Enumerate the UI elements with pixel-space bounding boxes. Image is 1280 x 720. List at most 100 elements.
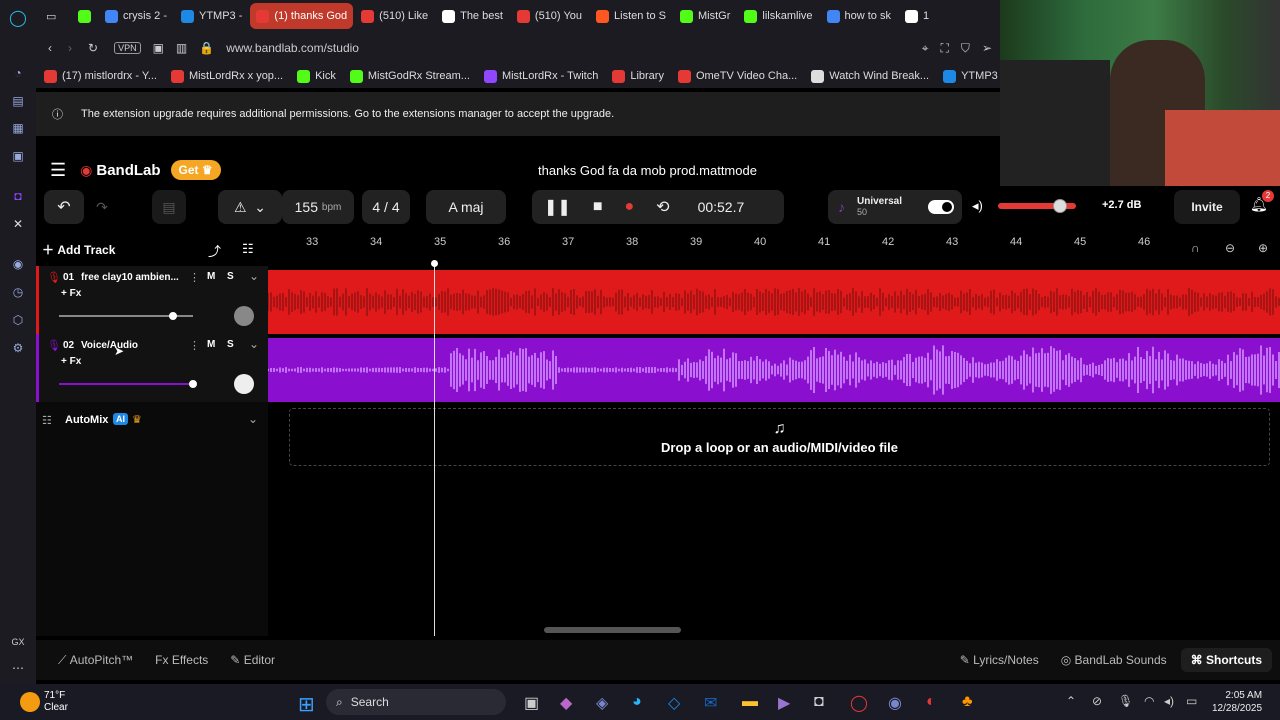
microphone-icon[interactable]: 🎙︎ bbox=[1118, 694, 1133, 708]
project-title[interactable]: thanks God fa da mob prod.mattmode bbox=[538, 163, 757, 178]
time-signature[interactable]: 4 / 4 bbox=[362, 190, 410, 224]
kick-tab[interactable] bbox=[72, 3, 97, 29]
bookmark-item[interactable]: Library bbox=[612, 69, 664, 83]
share-icon[interactable]: ➢ bbox=[982, 41, 992, 55]
dropbox-icon[interactable]: ◇ bbox=[668, 693, 680, 713]
pinboard-icon[interactable]: ▦ bbox=[8, 118, 28, 138]
undo-button[interactable]: ↶ bbox=[44, 190, 84, 224]
mute-button[interactable]: M bbox=[207, 339, 215, 350]
browser-tab[interactable]: lilskamlive bbox=[738, 3, 818, 29]
twitch-icon[interactable]: ◘ bbox=[8, 186, 28, 206]
tray-chevron-icon[interactable]: ⌃ bbox=[1066, 694, 1076, 708]
track-menu-icon[interactable]: ⋮ bbox=[189, 271, 200, 284]
browser-tab[interactable]: (510) Like bbox=[355, 3, 434, 29]
camera-icon[interactable]: ◘ bbox=[814, 693, 824, 711]
more-icon[interactable]: ⋯ bbox=[8, 658, 28, 678]
weather-icon[interactable] bbox=[20, 692, 40, 712]
track-header[interactable]: 🎙︎ 02 Voice/Audio ⋮ M S ⌄ + Fx bbox=[36, 334, 268, 402]
volume-icon[interactable]: ◂) bbox=[972, 198, 983, 214]
history-icon[interactable]: ◷ bbox=[8, 282, 28, 302]
track-volume-thumb[interactable] bbox=[189, 380, 197, 388]
zoom-in-icon[interactable]: ⊕ bbox=[1258, 241, 1268, 255]
aria-icon[interactable]: ◔ bbox=[8, 63, 28, 83]
lyrics-button[interactable]: ✎ Lyrics/Notes bbox=[960, 653, 1039, 667]
menu-icon[interactable]: ☰ bbox=[50, 160, 66, 181]
file-explorer-icon[interactable]: ▬ bbox=[742, 693, 758, 711]
track-name[interactable]: Voice/Audio bbox=[81, 340, 186, 351]
track-expand-icon[interactable]: ⌄ bbox=[249, 337, 259, 351]
bookmark-item[interactable]: Kick bbox=[297, 69, 336, 83]
track-volume-thumb[interactable] bbox=[168, 312, 177, 320]
browser-tab[interactable]: Listen to S bbox=[590, 3, 672, 29]
player-icon[interactable]: ▣ bbox=[8, 146, 28, 166]
browser-tab[interactable]: MistGr bbox=[674, 3, 736, 29]
pin-icon[interactable]: ⌖ bbox=[922, 41, 929, 56]
extensions-icon[interactable]: ⬡ bbox=[8, 310, 28, 330]
metronome-toggle[interactable]: ▤ bbox=[152, 190, 186, 224]
tempo-field[interactable]: 155 bpm bbox=[282, 190, 354, 224]
stop-button[interactable]: ■ bbox=[593, 198, 603, 216]
teams-icon[interactable]: ◈ bbox=[596, 693, 608, 713]
bookmark-item[interactable]: YTMP3 - Y bbox=[943, 69, 1000, 83]
reload-icon[interactable]: ↻ bbox=[88, 41, 98, 55]
pause-button[interactable]: ❚❚ bbox=[544, 197, 571, 217]
bookmark-item[interactable]: (17) mistlordrx - Y... bbox=[44, 69, 157, 83]
key-selector[interactable]: A maj bbox=[426, 190, 506, 224]
sounds-button[interactable]: ◎ BandLab Sounds bbox=[1061, 653, 1167, 667]
loop-button[interactable]: ⟲ bbox=[656, 197, 669, 217]
bookmark-item[interactable]: Watch Wind Break... bbox=[811, 69, 929, 83]
tuner-button[interactable]: ⚠ ⌄ bbox=[218, 190, 282, 224]
workspaces-icon[interactable]: ▤ bbox=[8, 91, 28, 111]
record-button[interactable]: ● bbox=[624, 198, 634, 216]
browser-tab[interactable]: (1) thanks God bbox=[250, 3, 354, 29]
master-volume-slider[interactable] bbox=[998, 199, 1076, 213]
edge-icon[interactable]: ◕ bbox=[632, 693, 642, 711]
solo-button[interactable]: S bbox=[227, 271, 234, 282]
screenshot-icon[interactable]: ⛶ bbox=[941, 41, 949, 56]
timeline-ruler[interactable]: 33 34 35 36 37 38 39 40 41 42 43 44 45 46 bbox=[268, 234, 1280, 266]
vpn-badge[interactable]: VPN bbox=[114, 42, 141, 54]
add-track-button[interactable]: ＋ Add Track bbox=[42, 241, 115, 258]
track-menu-icon[interactable]: ⋮ bbox=[189, 339, 200, 352]
opera-logo-icon[interactable]: ◯ bbox=[8, 8, 28, 28]
automix-row[interactable]: ☷ AutoMix AI ♛ ⌄ bbox=[36, 406, 268, 436]
clock[interactable]: 2:05 AM 12/28/2025 bbox=[1212, 689, 1262, 715]
taskbar-search[interactable]: ⌕ Search bbox=[326, 689, 506, 715]
automation-icon[interactable]: ⤴ bbox=[208, 241, 221, 260]
redo-button[interactable]: ↷ bbox=[84, 190, 120, 224]
track-expand-icon[interactable]: ⌄ bbox=[249, 269, 259, 283]
browser-tab[interactable]: YTMP3 - bbox=[175, 3, 248, 29]
track-header[interactable]: 🎙︎ 01 free clay10 ambien... ⋮ M S ⌄ + Fx bbox=[36, 266, 268, 334]
speaker-icon[interactable]: ◂) bbox=[1164, 694, 1174, 708]
browser-tab[interactable]: The best bbox=[436, 3, 509, 29]
forward-icon[interactable]: › bbox=[68, 41, 72, 55]
obs-icon[interactable]: ◐ bbox=[926, 693, 936, 711]
add-fx-button[interactable]: + Fx bbox=[61, 356, 81, 367]
fl-studio-icon[interactable]: ♣ bbox=[962, 693, 973, 711]
shield-icon[interactable]: ⛉ bbox=[961, 41, 970, 56]
settings-icon[interactable]: ⚙ bbox=[8, 338, 28, 358]
playhead[interactable] bbox=[434, 262, 435, 636]
battery-icon[interactable]: ▭ bbox=[1186, 694, 1197, 708]
tray-network-off-icon[interactable]: ⊘ bbox=[1092, 694, 1102, 708]
browser-tab[interactable]: (510) You bbox=[511, 3, 588, 29]
wifi-icon[interactable]: ◠ bbox=[1144, 694, 1154, 708]
zoom-out-icon[interactable]: ⊖ bbox=[1225, 241, 1235, 255]
track-volume-slider[interactable] bbox=[59, 380, 197, 388]
browser-tab[interactable]: crysis 2 - bbox=[99, 3, 173, 29]
invite-button[interactable]: Invite bbox=[1174, 190, 1240, 224]
mastering-preset[interactable]: ♪ Universal 50 bbox=[828, 190, 962, 224]
editor-button[interactable]: ✎ Editor bbox=[230, 653, 275, 667]
track-volume-slider[interactable] bbox=[59, 312, 193, 320]
copilot-icon[interactable]: ◆ bbox=[560, 693, 572, 713]
playhead-handle[interactable] bbox=[431, 260, 438, 267]
horizontal-scrollbar[interactable] bbox=[544, 627, 681, 633]
music-player-icon[interactable]: ◉ bbox=[8, 254, 28, 274]
browser-tab[interactable]: how to sk bbox=[821, 3, 897, 29]
track-region[interactable] bbox=[267, 338, 1280, 402]
autopitch-button[interactable]: ⟋ AutoPitch™ bbox=[58, 653, 133, 668]
print-icon[interactable]: ▥ bbox=[176, 41, 187, 55]
mute-button[interactable]: M bbox=[207, 271, 215, 282]
add-fx-button[interactable]: + Fx bbox=[61, 288, 81, 299]
tab-icon-button[interactable]: ▭ bbox=[40, 3, 70, 29]
